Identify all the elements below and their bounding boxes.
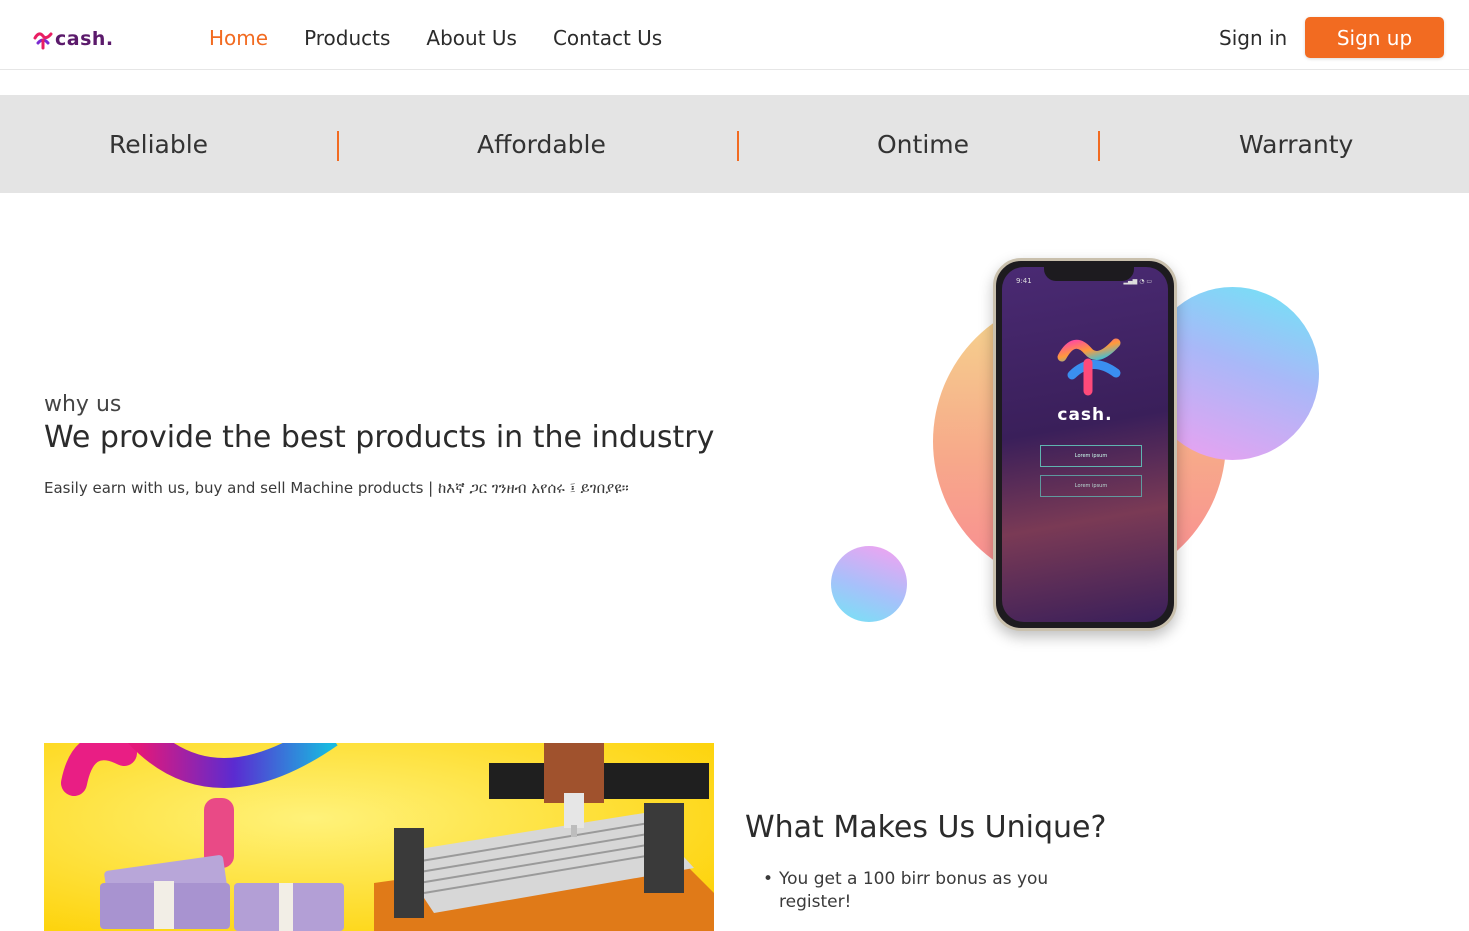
signal-icon: ▂▄▆ ◔ ▭ [1123,278,1152,285]
promo-image [44,743,714,931]
phone-button-1: Lorem ipsum [1040,445,1142,467]
feature-affordable: Affordable [477,130,606,159]
feature-ontime: Ontime [877,130,970,159]
brand-name: cash. [55,28,114,50]
sign-up-button[interactable]: Sign up [1305,17,1444,58]
hero-headline: We provide the best products in the indu… [44,420,715,455]
cnc-machine-illustration [44,743,714,931]
feature-reliable: Reliable [109,130,209,159]
brand-mark-icon [33,32,53,50]
hero-tagline: Easily earn with us, buy and sell Machin… [44,479,629,497]
section-eyebrow: why us [44,392,122,417]
app-name: cash. [1057,405,1113,425]
nav-about-us[interactable]: About Us [426,25,517,51]
phone-button-2: Lorem ipsum [1040,475,1142,497]
feature-warranty: Warranty [1239,130,1354,159]
list-item: • You get a 100 birr bonus as you registe… [763,868,1063,914]
site-header: cash. Home Products About Us Contact Us … [0,0,1469,70]
phone-mockup: 9:41 ▂▄▆ ◔ ▭ cash. Lorem ipsum Lorem ips… [993,258,1177,631]
bullet-icon: • [763,869,774,889]
phone-notch [1044,267,1134,281]
unique-title: What Makes Us Unique? [745,810,1107,845]
feature-divider [737,131,739,161]
main-nav: Home Products About Us Contact Us [209,25,698,51]
nav-products[interactable]: Products [304,25,390,51]
feature-divider [337,131,339,161]
brand-logo[interactable]: cash. [32,24,114,54]
unique-item-text: You get a 100 birr bonus as you register… [779,869,1049,912]
feature-divider [1098,131,1100,161]
sign-in-link[interactable]: Sign in [1219,25,1287,51]
nav-contact-us[interactable]: Contact Us [553,25,662,51]
nav-home[interactable]: Home [209,25,268,51]
features-band: Reliable Affordable Ontime Warranty [0,95,1469,193]
phone-screen: 9:41 ▂▄▆ ◔ ▭ cash. Lorem ipsum Lorem ips… [1002,267,1168,622]
phone-time: 9:41 [1016,277,1032,285]
decor-circle-small [831,546,907,622]
unique-list: • You get a 100 birr bonus as you registe… [763,868,1063,914]
app-logo-icon [1057,338,1121,396]
